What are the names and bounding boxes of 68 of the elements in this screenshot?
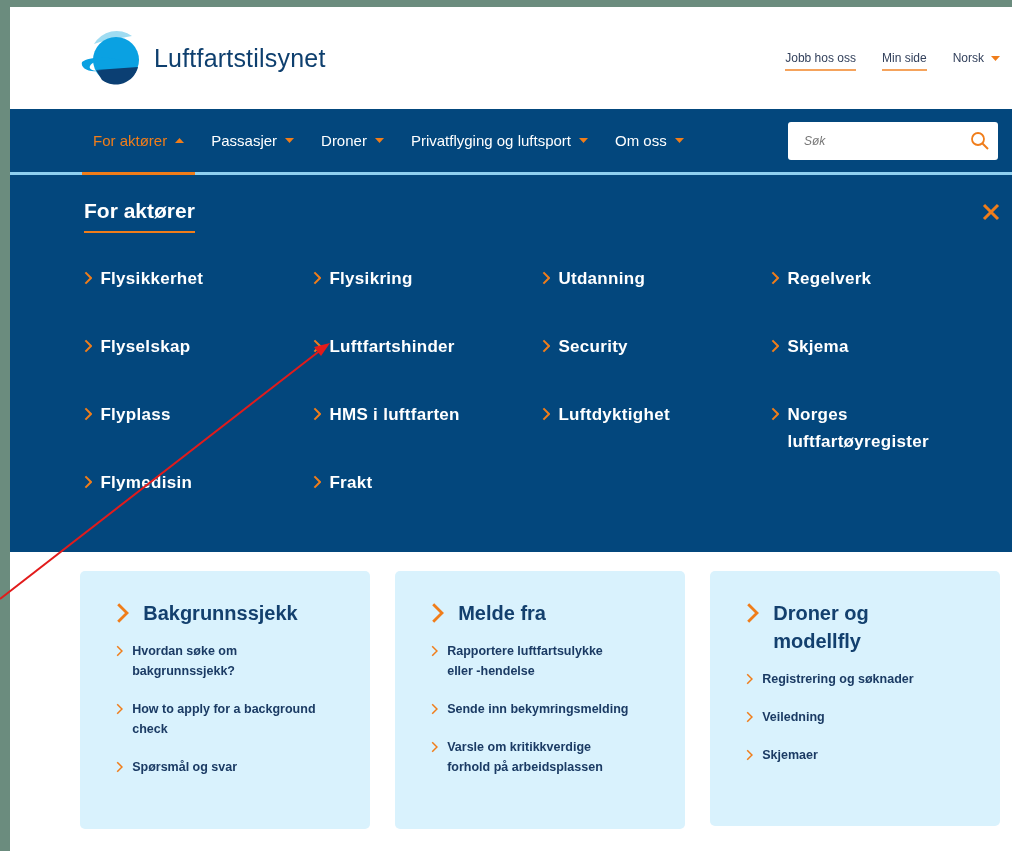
menu-link[interactable]: Flysikring <box>313 265 513 292</box>
chevron-icon <box>746 673 754 685</box>
card-link[interactable]: Hvordan søke om bakgrunnssjekk? <box>116 641 316 681</box>
card-link[interactable]: Registrering og søknader <box>746 669 946 689</box>
chevron-icon <box>84 407 93 421</box>
menu-heading: For aktører <box>84 199 195 233</box>
caret-icon <box>285 138 295 143</box>
caret-icon <box>579 138 588 143</box>
chevron-icon <box>542 339 551 353</box>
card-link[interactable]: How to apply for a background check <box>116 699 316 739</box>
menu-link[interactable]: Regelverk <box>771 265 971 292</box>
menu-link[interactable]: Security <box>542 333 742 360</box>
menu-link[interactable]: Frakt <box>313 469 513 496</box>
menu-link[interactable]: Flysikkerhet <box>84 265 284 292</box>
nav-tab[interactable]: Om oss <box>604 109 695 175</box>
search-field[interactable]: Søk <box>788 121 998 160</box>
chevron-icon <box>84 339 93 353</box>
caret-icon <box>991 55 1000 61</box>
menu-link[interactable]: Utdanning <box>542 265 742 292</box>
chevron-icon <box>431 602 445 624</box>
chevron-icon <box>431 645 439 657</box>
menu-link[interactable]: HMS i luftfarten <box>313 401 513 428</box>
chevron-icon <box>313 407 322 421</box>
card-link[interactable]: Veiledning <box>746 707 946 727</box>
menu-link[interactable]: Skjema <box>771 333 971 360</box>
header-link[interactable]: Jobb hos oss <box>785 51 856 71</box>
chevron-icon <box>313 475 322 489</box>
chevron-icon <box>431 741 439 753</box>
nav-tab[interactable]: Privatflyging og luftsport <box>399 109 599 175</box>
card-title-link[interactable]: Droner og modellfly <box>746 599 976 655</box>
chevron-icon <box>771 271 780 285</box>
chevron-icon <box>84 475 93 489</box>
chevron-icon <box>116 703 124 715</box>
nav-tab[interactable]: Passasjer <box>200 109 306 175</box>
card-title-link[interactable]: Bakgrunnssjekk <box>116 599 346 627</box>
caret-icon <box>175 138 185 143</box>
menu-link[interactable]: Flyplass <box>84 401 284 428</box>
chevron-icon <box>746 602 760 624</box>
nav-tab[interactable]: Droner <box>310 109 395 175</box>
logo-text: Luftfartstilsynet <box>154 43 326 73</box>
card-link[interactable]: Spørsmål og svar <box>116 757 316 777</box>
chevron-icon <box>116 602 130 624</box>
chevron-icon <box>542 407 551 421</box>
card-link[interactable]: Rapportere luftfartsulykke eller -hendelse <box>431 641 631 681</box>
caret-icon <box>374 138 384 143</box>
language-dropdown[interactable]: Norsk <box>952 51 1000 71</box>
menu-link[interactable]: Flyselskap <box>84 333 284 360</box>
chevron-icon <box>116 761 124 773</box>
chevron-icon <box>771 407 780 421</box>
card-link[interactable]: Sende inn bekymringsmelding <box>431 699 631 719</box>
chevron-icon <box>771 339 780 353</box>
chevron-icon <box>313 271 322 285</box>
chevron-icon <box>431 703 439 715</box>
card-link[interactable]: Skjemaer <box>746 745 946 765</box>
menu-link[interactable]: Luftdyktighet <box>542 401 742 428</box>
caret-icon <box>674 138 684 143</box>
chevron-icon <box>84 271 93 285</box>
chevron-icon <box>116 645 124 657</box>
search-icon[interactable] <box>970 130 990 151</box>
chevron-icon <box>542 271 551 285</box>
header-link[interactable]: Min side <box>881 51 927 71</box>
card-title-link[interactable]: Melde fra <box>431 599 661 627</box>
logo-icon <box>80 30 142 86</box>
card-link[interactable]: Varsle om kritikkverdige forhold på arbeidsplassen <box>431 737 631 777</box>
close-button[interactable] <box>980 201 1002 223</box>
chevron-icon <box>746 749 754 761</box>
menu-link[interactable]: Norges luftfartøyregister <box>771 401 971 455</box>
chevron-icon <box>746 711 754 723</box>
